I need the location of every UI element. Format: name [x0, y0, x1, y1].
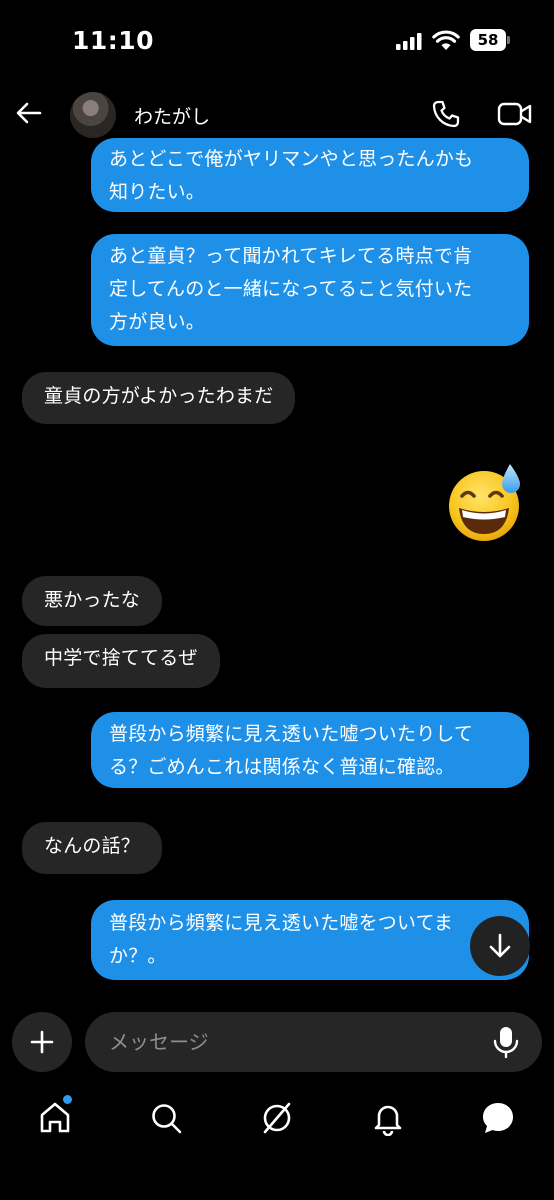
battery-cap	[507, 36, 510, 44]
plus-icon	[30, 1030, 54, 1054]
chat-header: わたがし	[0, 82, 554, 146]
cellular-signal-icon	[396, 33, 422, 50]
home-indicator	[207, 1185, 347, 1190]
message-text-line: 普段から頻繁に見え透いた嘘をついてま	[109, 912, 454, 934]
notification-dot	[63, 1095, 72, 1104]
microphone-icon[interactable]	[490, 1025, 522, 1059]
add-attachment-button[interactable]	[12, 1012, 72, 1072]
message-text-line: なんの話？	[44, 835, 141, 857]
message-composer	[0, 1000, 554, 1084]
messages-icon[interactable]	[480, 1100, 516, 1136]
message-text-line: 定してんのと一緒になってること気付いた	[109, 278, 473, 300]
message-text-line: あと童貞？って聞かれてキレてる時点で肯	[109, 245, 473, 267]
contact-name[interactable]: わたがし	[134, 102, 210, 129]
message-text-line: 悪かったな	[44, 589, 141, 611]
status-bar: 11:10 58	[0, 0, 554, 80]
scroll-to-bottom-button[interactable]	[470, 916, 530, 976]
message-text-line: 方が良い。	[109, 311, 206, 333]
notifications-icon[interactable]	[370, 1100, 406, 1136]
message-text-line: あとどこで俺がヤリマンやと思ったんかも	[109, 148, 474, 170]
wifi-icon	[432, 30, 460, 50]
phone-call-icon[interactable]	[430, 98, 462, 130]
message-text-line: 童貞の方がよかったわまだ	[44, 385, 274, 407]
status-time: 11:10	[72, 26, 155, 55]
message-text-line: る？ごめんこれは関係なく普通に確認。	[109, 756, 455, 778]
message-bubble-received[interactable]: なんの話？	[22, 822, 163, 874]
grinning-face-with-sweat-icon[interactable]	[444, 462, 526, 544]
battery-indicator: 58	[470, 29, 506, 51]
message-text-line: 中学で捨ててるぜ	[44, 647, 198, 669]
message-bubble-sent[interactable]: 普段から頻繁に見え透いた嘘をついてま か？。	[91, 900, 529, 980]
search-icon[interactable]	[148, 1100, 184, 1136]
message-input[interactable]	[85, 1012, 542, 1072]
message-text-line: 知りたい。	[109, 181, 206, 203]
message-bubble-sent[interactable]: あとどこで俺がヤリマンやと思ったんかも 知りたい。	[91, 138, 529, 212]
back-arrow-icon[interactable]	[12, 96, 46, 130]
arrow-down-icon	[489, 933, 511, 958]
message-bubble-received[interactable]: 悪かったな	[22, 576, 163, 626]
bottom-navigation	[0, 1090, 554, 1150]
message-text-line: 普段から頻繁に見え透いた嘘ついたりして	[109, 723, 474, 745]
home-icon[interactable]	[37, 1100, 73, 1136]
message-bubble-received[interactable]: 童貞の方がよかったわまだ	[22, 372, 296, 424]
message-bubble-received[interactable]: 中学で捨ててるぜ	[22, 634, 220, 688]
video-call-icon[interactable]	[497, 100, 533, 128]
message-bubble-sent[interactable]: あと童貞？って聞かれてキレてる時点で肯 定してんのと一緒になってること気付いた …	[91, 234, 529, 346]
message-bubble-sent[interactable]: 普段から頻繁に見え透いた嘘ついたりして る？ごめんこれは関係なく普通に確認。	[91, 712, 529, 788]
avatar[interactable]	[70, 92, 116, 138]
explore-icon[interactable]	[259, 1100, 295, 1136]
message-text-line: か？。	[109, 945, 167, 967]
